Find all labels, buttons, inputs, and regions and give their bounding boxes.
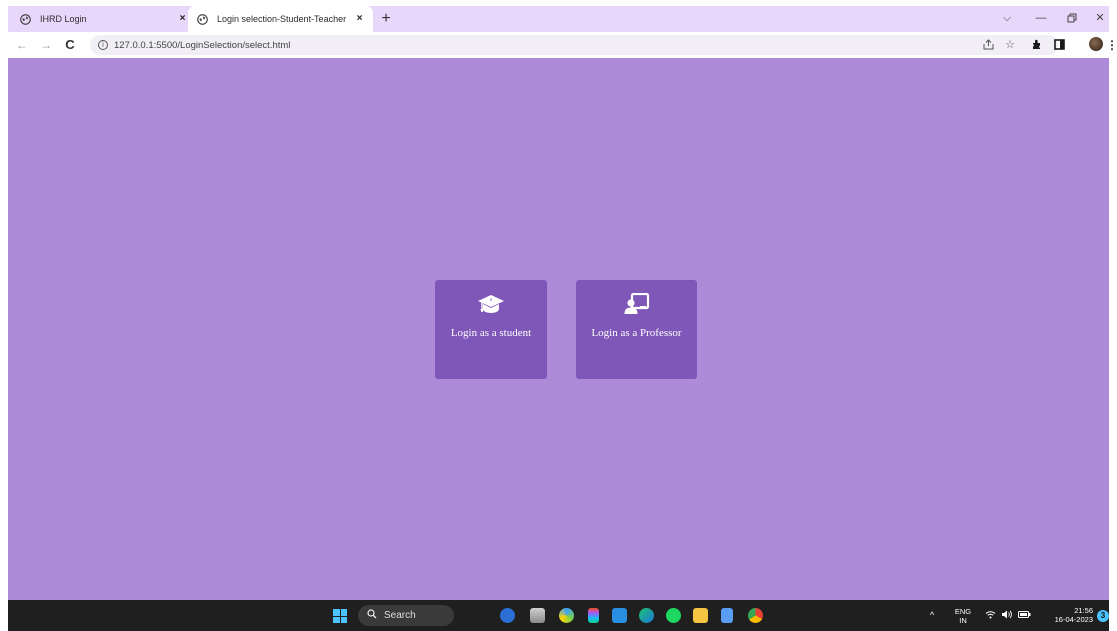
browser-tab-login-selection[interactable]: Login selection-Student-Teacher ×: [188, 6, 373, 32]
login-professor-card[interactable]: Login as a Professor: [576, 280, 697, 379]
extensions-icon[interactable]: [1029, 37, 1043, 53]
address-bar[interactable]: i 127.0.0.1:5500/LoginSelection/select.h…: [90, 35, 1058, 55]
url-text[interactable]: 127.0.0.1:5500/LoginSelection/select.htm…: [114, 40, 290, 51]
browser-tab-ihrd-login[interactable]: IHRD Login ×: [20, 6, 196, 32]
edge-icon[interactable]: [639, 608, 654, 623]
volume-icon[interactable]: [1001, 610, 1013, 621]
windows-start-icon[interactable]: [333, 609, 347, 623]
tab-title: IHRD Login: [40, 14, 87, 24]
wifi-icon[interactable]: [985, 610, 996, 621]
globe-icon: [197, 13, 208, 25]
search-label: Search: [384, 610, 416, 621]
new-tab-button[interactable]: +: [378, 11, 394, 27]
language-indicator[interactable]: ENG IN: [954, 607, 972, 625]
close-window-icon[interactable]: ✕: [1092, 10, 1108, 26]
close-tab-icon[interactable]: ×: [354, 13, 365, 24]
side-panel-icon[interactable]: [1052, 37, 1066, 53]
chevron-up-icon[interactable]: ^: [930, 610, 934, 620]
reload-icon[interactable]: C: [62, 37, 78, 53]
chrome-icon[interactable]: [748, 608, 763, 623]
bookmark-star-icon[interactable]: ☆: [1003, 37, 1017, 53]
tab-title: Login selection-Student-Teacher: [217, 14, 347, 24]
figma-icon[interactable]: [588, 608, 599, 623]
vscode-icon[interactable]: [612, 608, 627, 623]
widgets-icon[interactable]: [559, 608, 574, 623]
notepad-icon[interactable]: [721, 608, 733, 623]
task-view-icon[interactable]: [530, 608, 545, 623]
language-top: ENG: [954, 607, 972, 616]
globe-icon: [20, 13, 31, 25]
tab-search-chevron-icon[interactable]: ⌵: [999, 10, 1015, 26]
page-viewport: Login as a student Login as a Professor: [8, 58, 1109, 600]
profile-avatar[interactable]: [1089, 37, 1103, 51]
bing-icon[interactable]: [500, 608, 515, 623]
login-student-label: Login as a student: [450, 327, 532, 339]
clock-time: 21:56: [1074, 606, 1093, 615]
chalkboard-teacher-icon: [624, 293, 649, 314]
login-student-card[interactable]: Login as a student: [435, 280, 547, 379]
clock[interactable]: 21:56 16-04-2023: [1045, 606, 1093, 624]
battery-icon[interactable]: [1018, 610, 1031, 621]
search-icon: [367, 609, 377, 622]
taskbar-search-box[interactable]: Search: [358, 605, 454, 626]
minimize-icon[interactable]: —: [1033, 10, 1049, 26]
browser-tab-strip: IHRD Login × Login selection-Student-Tea…: [8, 6, 1109, 32]
back-arrow-icon[interactable]: ←: [14, 37, 30, 53]
file-explorer-icon[interactable]: [693, 608, 708, 623]
forward-arrow-icon[interactable]: →: [38, 37, 54, 53]
login-professor-label: Login as a Professor: [591, 327, 682, 339]
spotify-icon[interactable]: [666, 608, 681, 623]
graduation-cap-icon: [478, 295, 504, 313]
notification-badge[interactable]: 3: [1097, 610, 1109, 622]
clock-date: 16-04-2023: [1054, 615, 1093, 624]
close-tab-icon[interactable]: ×: [177, 13, 188, 24]
windows-taskbar: Search ^ ENG IN 21:56 16-04-2023 3: [8, 600, 1109, 631]
browser-toolbar: ← → C i 127.0.0.1:5500/LoginSelection/se…: [8, 32, 1117, 58]
language-bottom: IN: [959, 616, 967, 625]
info-icon[interactable]: i: [98, 40, 108, 50]
restore-icon[interactable]: [1064, 10, 1080, 26]
share-icon[interactable]: [981, 37, 995, 53]
browser-menu-icon[interactable]: ⋮: [1106, 37, 1117, 53]
